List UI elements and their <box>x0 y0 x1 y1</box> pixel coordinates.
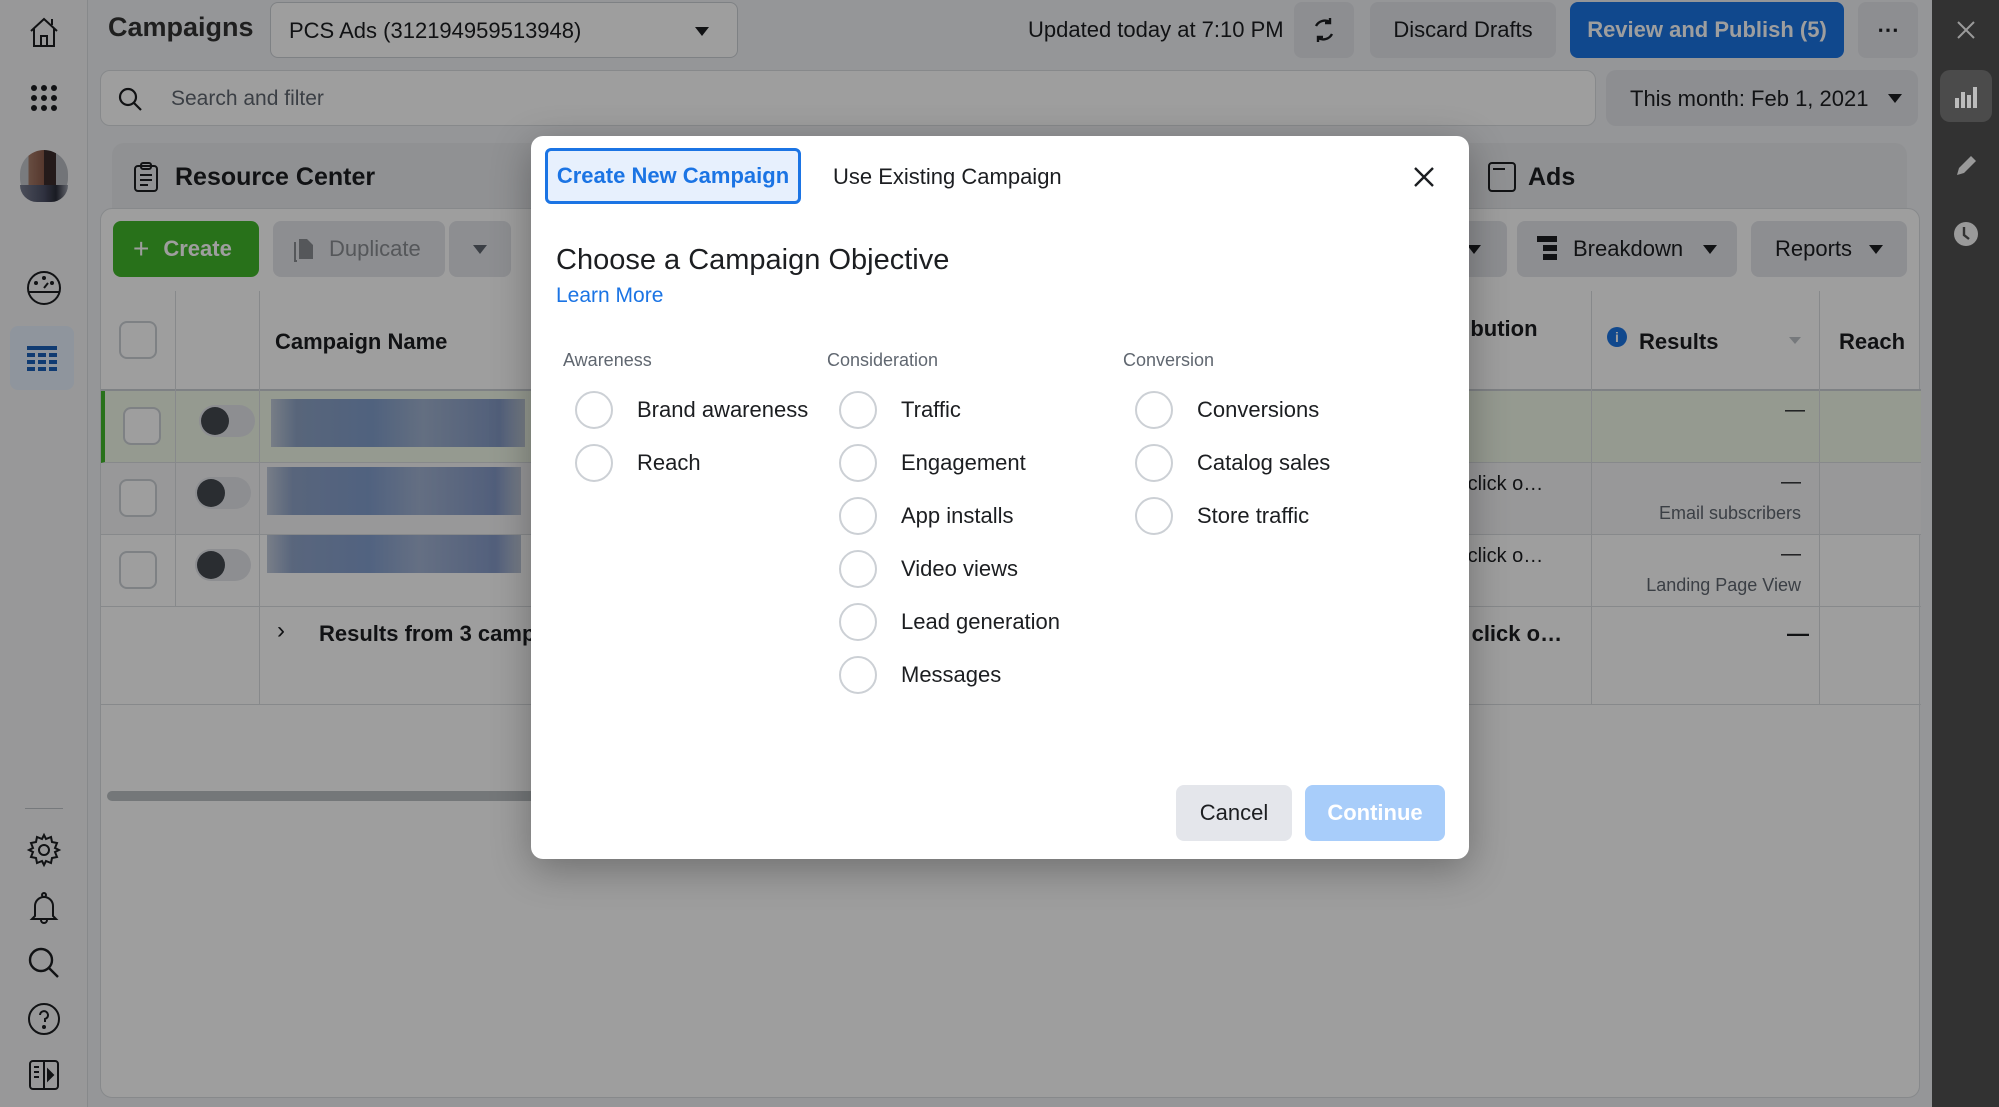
option-label: Brand awareness <box>637 396 809 422</box>
option-traffic[interactable]: Traffic <box>839 383 1117 436</box>
option-lead-generation[interactable]: Lead generation <box>839 595 1117 648</box>
group-heading: Conversion <box>1123 350 1215 370</box>
option-reach[interactable]: Reach <box>575 436 821 489</box>
objective-group-consideration: Consideration Traffic Engagement App ins… <box>827 350 1117 701</box>
dialog-title: Choose a Campaign Objective <box>556 244 950 276</box>
radio-button[interactable] <box>1135 496 1173 535</box>
edit-pencil-icon[interactable] <box>1940 140 1992 192</box>
radio-button[interactable] <box>839 549 877 588</box>
option-label: Lead generation <box>901 608 1061 634</box>
option-label: App installs <box>901 502 1014 528</box>
objective-group-awareness: Awareness Brand awareness Reach <box>531 350 821 489</box>
option-label: Traffic <box>901 396 961 422</box>
option-label: Engagement <box>901 449 1026 475</box>
option-messages[interactable]: Messages <box>839 648 1117 701</box>
right-sidebar <box>1932 0 1999 1107</box>
option-engagement[interactable]: Engagement <box>839 436 1117 489</box>
insights-chart-icon[interactable] <box>1940 70 1992 122</box>
option-video-views[interactable]: Video views <box>839 542 1117 595</box>
close-sidebar-icon[interactable] <box>1940 4 1992 56</box>
radio-button[interactable] <box>1135 443 1173 482</box>
objective-group-conversion: Conversion Conversions Catalog sales Sto… <box>1123 350 1413 542</box>
continue-button[interactable]: Continue <box>1305 785 1445 841</box>
learn-more-link[interactable]: Learn More <box>556 284 663 308</box>
radio-button[interactable] <box>839 602 877 641</box>
group-heading: Awareness <box>563 350 652 370</box>
option-label: Messages <box>901 661 1002 687</box>
option-brand-awareness[interactable]: Brand awareness <box>575 383 821 436</box>
close-icon[interactable] <box>1407 160 1441 194</box>
option-store-traffic[interactable]: Store traffic <box>1135 489 1413 542</box>
radio-button[interactable] <box>839 390 877 429</box>
cancel-button[interactable]: Cancel <box>1176 785 1292 841</box>
radio-button[interactable] <box>839 655 877 694</box>
option-conversions[interactable]: Conversions <box>1135 383 1413 436</box>
radio-button[interactable] <box>839 496 877 535</box>
radio-button[interactable] <box>839 443 877 482</box>
radio-button[interactable] <box>575 443 613 482</box>
option-label: Catalog sales <box>1197 449 1331 475</box>
option-app-installs[interactable]: App installs <box>839 489 1117 542</box>
option-label: Conversions <box>1197 396 1320 422</box>
option-label: Reach <box>637 449 701 475</box>
option-label: Video views <box>901 555 1018 581</box>
option-label: Store traffic <box>1197 502 1310 528</box>
radio-button[interactable] <box>1135 390 1173 429</box>
tab-create-new-campaign[interactable]: Create New Campaign <box>545 148 801 204</box>
group-heading: Consideration <box>827 350 939 370</box>
create-campaign-dialog: Create New Campaign Use Existing Campaig… <box>531 136 1469 859</box>
tab-use-existing-campaign[interactable]: Use Existing Campaign <box>833 164 1062 190</box>
history-clock-icon[interactable] <box>1940 208 1992 260</box>
option-catalog-sales[interactable]: Catalog sales <box>1135 436 1413 489</box>
radio-button[interactable] <box>575 390 613 429</box>
